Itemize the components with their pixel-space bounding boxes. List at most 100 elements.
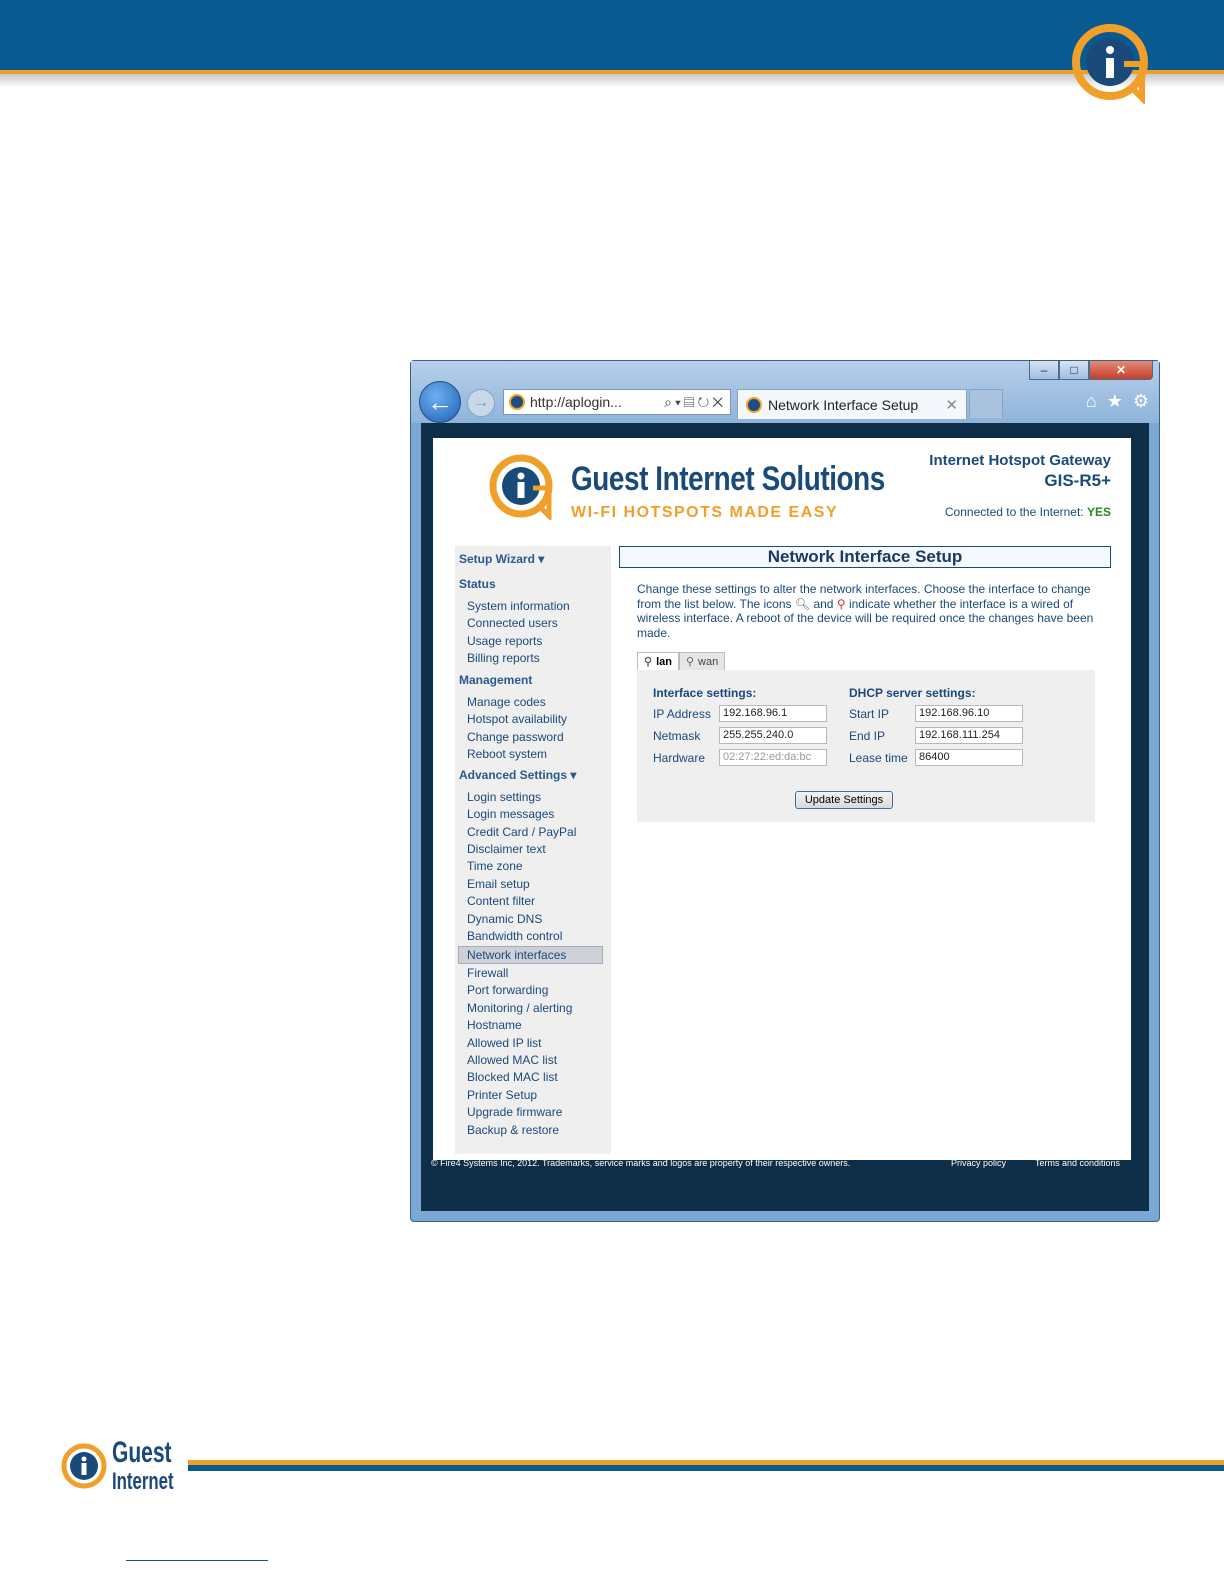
sidebar-item-allowed-ip-list[interactable]: Allowed IP list [467, 1036, 541, 1050]
tab-title: Network Interface Setup [768, 396, 919, 413]
home-icon[interactable]: ⌂ [1086, 391, 1097, 412]
minimize-button[interactable]: – [1029, 361, 1059, 380]
sidebar-item-manage-codes[interactable]: Manage codes [467, 695, 546, 709]
terms-link[interactable]: Terms and conditions [1035, 1158, 1120, 1168]
dhcp-settings-heading: DHCP server settings: [849, 686, 976, 700]
sidebar-nav: Setup Wizard ▾ Status System information… [455, 546, 611, 1154]
sidebar-item-disclaimer-text[interactable]: Disclaimer text [467, 842, 546, 856]
copyright-text: © Fire4 Systems Inc, 2012. Trademarks, s… [431, 1158, 851, 1168]
start-ip-label: Start IP [849, 707, 890, 721]
page-title: Network Interface Setup [619, 546, 1111, 568]
maximize-button[interactable]: □ [1059, 361, 1089, 380]
new-tab-button[interactable] [969, 389, 1003, 418]
sidebar-item-printer-setup[interactable]: Printer Setup [467, 1088, 537, 1102]
sidebar-item-allowed-mac-list[interactable]: Allowed MAC list [467, 1053, 557, 1067]
back-button[interactable]: ← [419, 381, 461, 423]
stop-icon[interactable]: ✕ [712, 394, 726, 410]
sidebar-item-content-filter[interactable]: Content filter [467, 894, 535, 908]
footer-link-underline [126, 1560, 268, 1561]
privacy-policy-link[interactable]: Privacy policy [951, 1158, 1006, 1168]
gateway-model: GIS-R5+ [1044, 471, 1111, 490]
sidebar-item-change-password[interactable]: Change password [467, 730, 564, 744]
sidebar-item-backup-restore[interactable]: Backup & restore [467, 1123, 559, 1137]
sidebar-item-firewall[interactable]: Firewall [467, 966, 508, 980]
compat-view-icon[interactable]: ▤ [684, 394, 698, 410]
netmask-label: Netmask [653, 729, 701, 743]
refresh-icon[interactable]: ↻ [698, 394, 713, 410]
address-bar[interactable]: http://aplogin... ⌕▾▤↻✕ [503, 389, 731, 415]
sidebar-item-monitoring-alerting[interactable]: Monitoring / alerting [467, 1001, 572, 1015]
sidebar-item-network-interfaces[interactable]: Network interfaces [467, 948, 566, 962]
wired-icon: ⚲ [685, 656, 695, 668]
close-tab-icon[interactable]: ✕ [945, 396, 966, 414]
sidebar-item-connected-users[interactable]: Connected users [467, 616, 558, 630]
hardware-input: 02:27:22:ed:da:bc [719, 749, 827, 766]
arrow-left-icon: ← [427, 386, 453, 417]
site-favicon-icon [509, 394, 525, 410]
address-tools: ⌕▾▤↻✕ [664, 394, 730, 411]
sidebar-item-billing-reports[interactable]: Billing reports [467, 651, 540, 665]
sidebar-section-label: Setup Wizard [459, 552, 535, 566]
browser-chrome: – □ ✕ ← → http://aplogin... ⌕▾▤↻✕ Networ… [411, 361, 1159, 423]
sidebar-item-usage-reports[interactable]: Usage reports [467, 634, 542, 648]
wired-icon: ⚲ [644, 656, 653, 668]
favorites-star-icon[interactable]: ★ [1107, 391, 1123, 412]
browser-window: – □ ✕ ← → http://aplogin... ⌕▾▤↻✕ Networ… [410, 360, 1160, 1222]
forward-button[interactable]: → [467, 389, 495, 417]
ip-address-input[interactable]: 192.168.96.1 [719, 705, 827, 722]
footer-logo-icon [61, 1443, 107, 1489]
web-page: Guest Internet Solutions WI-FI HOTSPOTS … [433, 438, 1131, 1160]
tab-label: lan [656, 655, 672, 668]
footer-logo-line1: Guest [112, 1436, 172, 1469]
sidebar-section-management[interactable]: Management [459, 673, 532, 687]
end-ip-label: End IP [849, 729, 886, 743]
sidebar-section-setup-wizard[interactable]: Setup Wizard ▾ [459, 552, 544, 566]
sidebar-item-system-information[interactable]: System information [467, 599, 570, 613]
sidebar-section-status[interactable]: Status [459, 577, 496, 591]
search-icon[interactable]: ⌕ [664, 394, 675, 410]
hardware-label: Hardware [653, 751, 706, 765]
sidebar-item-upgrade-firmware[interactable]: Upgrade firmware [467, 1105, 562, 1119]
start-ip-input[interactable]: 192.168.96.10 [915, 705, 1023, 722]
dropdown-icon[interactable]: ▾ [675, 394, 684, 410]
sidebar-section-advanced[interactable]: Advanced Settings ▾ [459, 768, 576, 782]
footer-logo-line2: Internet [112, 1468, 174, 1495]
gear-icon[interactable]: ⚙ [1133, 391, 1149, 412]
sidebar-item-login-settings[interactable]: Login settings [467, 790, 541, 804]
interface-tabs: ⚲ lan ⚲ wan [637, 652, 726, 670]
description-and: and [813, 596, 834, 611]
sidebar-item-login-messages[interactable]: Login messages [467, 807, 554, 821]
netmask-input[interactable]: 255.255.240.0 [719, 727, 827, 744]
arrow-right-icon: → [473, 394, 489, 411]
address-text[interactable]: http://aplogin... [530, 394, 664, 410]
sidebar-item-bandwidth-control[interactable]: Bandwidth control [467, 929, 562, 943]
expand-icon: ▾ [538, 552, 545, 566]
sidebar-item-time-zone[interactable]: Time zone [467, 859, 523, 873]
sidebar-item-dynamic-dns[interactable]: Dynamic DNS [467, 912, 542, 926]
lease-time-label: Lease time [849, 751, 908, 765]
tab-lan[interactable]: ⚲ lan [637, 652, 679, 670]
tab-wan[interactable]: ⚲ wan [678, 652, 726, 670]
connection-status: Connected to the Internet: YES [945, 505, 1111, 519]
settings-panel: Interface settings: DHCP server settings… [637, 670, 1095, 822]
document-header-band [0, 0, 1224, 70]
sidebar-item-email-setup[interactable]: Email setup [467, 877, 530, 891]
sidebar-item-blocked-mac-list[interactable]: Blocked MAC list [467, 1070, 558, 1084]
footer-stripe-blue [188, 1465, 1224, 1471]
sidebar-item-reboot-system[interactable]: Reboot system [467, 747, 547, 761]
browser-tab[interactable]: Network Interface Setup ✕ [737, 389, 967, 419]
sidebar-item-credit-card-paypal[interactable]: Credit Card / PayPal [467, 825, 576, 839]
sidebar-item-port-forwarding[interactable]: Port forwarding [467, 983, 548, 997]
lease-time-input[interactable]: 86400 [915, 749, 1023, 766]
end-ip-input[interactable]: 192.168.111.254 [915, 727, 1023, 744]
page-footer: © Fire4 Systems Inc, 2012. Trademarks, s… [431, 1154, 1141, 1174]
sidebar-section-label: Advanced Settings [459, 768, 568, 782]
close-window-button[interactable]: ✕ [1089, 361, 1153, 380]
tab-label: wan [698, 655, 719, 668]
sidebar-item-hostname[interactable]: Hostname [467, 1018, 522, 1032]
sidebar-item-hotspot-availability[interactable]: Hotspot availability [467, 712, 567, 726]
update-settings-button[interactable]: Update Settings [795, 791, 893, 809]
wireless-icon: ⚲ [836, 596, 846, 611]
window-controls: – □ ✕ [1029, 361, 1153, 381]
interface-settings-heading: Interface settings: [653, 686, 757, 700]
